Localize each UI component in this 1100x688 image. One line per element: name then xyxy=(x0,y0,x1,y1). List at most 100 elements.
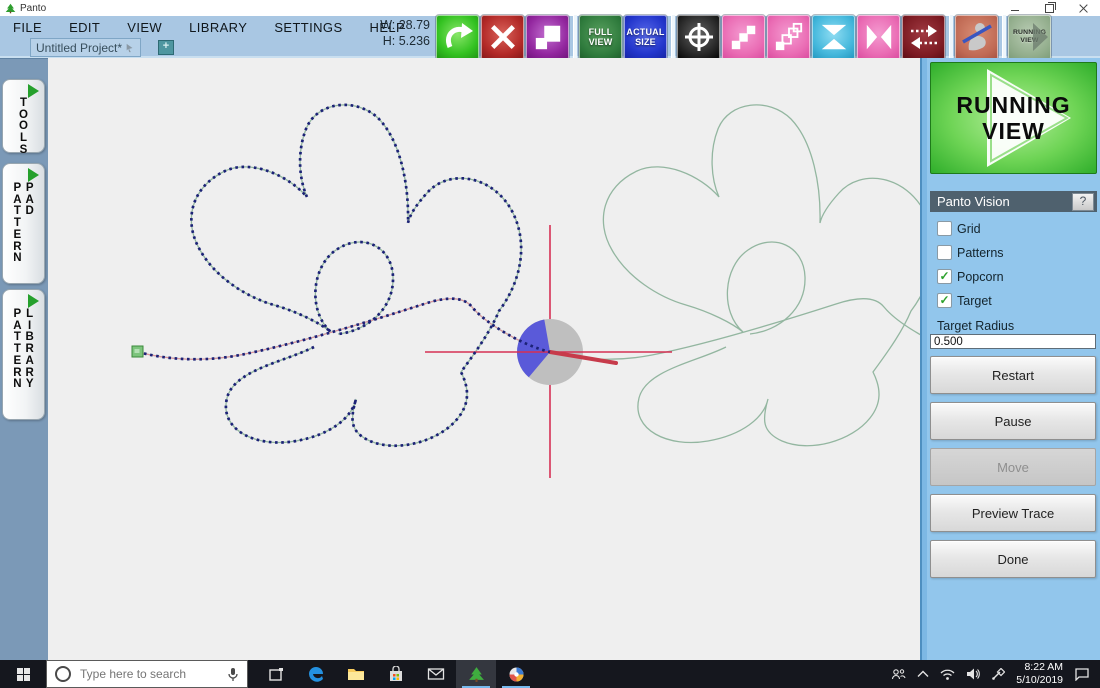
toolbar-separator xyxy=(671,15,675,60)
sidebar-tab-pattern-pad[interactable]: P A T T E R N P A D xyxy=(2,163,45,284)
toolbar-separator xyxy=(949,15,953,60)
people-icon[interactable] xyxy=(891,668,906,681)
project-tab[interactable]: Untitled Project* xyxy=(30,38,141,57)
store-button[interactable] xyxy=(376,660,416,688)
help-button[interactable]: ? xyxy=(1072,193,1094,211)
patterns-checkbox-label: Patterns xyxy=(957,246,1004,260)
paint-palette-icon xyxy=(508,666,525,683)
add-project-tab-button[interactable]: + xyxy=(158,40,174,55)
menu-settings[interactable]: SETTINGS xyxy=(274,20,342,35)
patterns-checkbox[interactable] xyxy=(937,245,952,260)
panto-person-button[interactable] xyxy=(955,15,998,60)
full-view-button[interactable]: FULL VIEW xyxy=(579,15,622,60)
flip-horizontal-button[interactable] xyxy=(857,15,900,60)
wifi-icon[interactable] xyxy=(940,669,955,680)
panto-app-button[interactable] xyxy=(456,660,496,688)
close-button[interactable] xyxy=(1066,0,1100,16)
actual-size-label: ACTUAL SIZE xyxy=(626,27,664,48)
target-checkbox[interactable]: ✓ xyxy=(937,293,952,308)
project-tab-label: Untitled Project* xyxy=(36,41,122,55)
width-readout: W: 28.79 xyxy=(358,17,430,33)
stairs-filled-button[interactable] xyxy=(722,15,765,60)
running-view-toolbar-button[interactable]: RUNNING VIEW xyxy=(1008,15,1051,60)
task-view-button[interactable] xyxy=(256,660,296,688)
left-sidebar: T O O L S P A T T E R N P A D P A T T E … xyxy=(0,58,48,661)
cortana-icon xyxy=(55,666,71,682)
search-input[interactable] xyxy=(78,666,220,682)
crosshair-target-icon xyxy=(683,21,715,53)
pattern-path-repeat-2 xyxy=(550,105,920,446)
speaker-icon[interactable] xyxy=(966,668,980,680)
popcorn-checkbox-label: Popcorn xyxy=(957,270,1004,284)
target-radius-input[interactable] xyxy=(930,334,1096,349)
checkbox-row-target[interactable]: ✓ Target xyxy=(937,293,1097,308)
menu-edit[interactable]: EDIT xyxy=(69,20,100,35)
actual-size-button[interactable]: ACTUAL SIZE xyxy=(624,15,667,60)
done-button[interactable]: Done xyxy=(930,540,1096,578)
app-icon xyxy=(5,3,16,14)
menu-file[interactable]: FILE xyxy=(13,20,42,35)
menu-view[interactable]: VIEW xyxy=(127,20,162,35)
chevron-up-icon[interactable] xyxy=(917,670,929,678)
cancel-button[interactable] xyxy=(481,15,524,60)
undo-button[interactable] xyxy=(436,15,479,60)
menu-library[interactable]: LIBRARY xyxy=(189,20,247,35)
system-tray: 8:22 AM 5/10/2019 xyxy=(891,660,1100,688)
pause-button[interactable]: Pause xyxy=(930,402,1096,440)
checkbox-row-grid[interactable]: Grid xyxy=(937,221,1097,236)
target-checkbox-label: Target xyxy=(957,294,992,308)
pattern-label: P A T T E R N xyxy=(13,183,21,265)
start-button[interactable] xyxy=(0,660,46,688)
grid-checkbox[interactable] xyxy=(937,221,952,236)
stairs-outline-button[interactable] xyxy=(767,15,810,60)
preview-trace-button[interactable]: Preview Trace xyxy=(930,494,1096,532)
sidebar-tab-tools[interactable]: T O O L S xyxy=(2,79,45,153)
panel-divider[interactable] xyxy=(920,58,927,660)
stitched-dots-path xyxy=(138,105,550,446)
sidebar-tab-pattern-library[interactable]: P A T T E R N L I B R A R Y xyxy=(2,289,45,420)
flip-vertical-button[interactable] xyxy=(812,15,855,60)
running-view-button[interactable]: RUNNING VIEW xyxy=(930,62,1097,174)
usb-connector-icon[interactable] xyxy=(991,668,1005,681)
mail-icon xyxy=(427,667,445,681)
taskbar-clock[interactable]: 8:22 AM 5/10/2019 xyxy=(1016,661,1063,687)
window-title: Panto xyxy=(20,3,46,14)
checkbox-row-popcorn[interactable]: ✓ Popcorn xyxy=(937,269,1097,284)
target-button[interactable] xyxy=(677,15,720,60)
quilting-canvas[interactable] xyxy=(48,58,920,660)
machine-trace-line xyxy=(138,299,550,360)
toolbar: FULL VIEW ACTUAL SIZE xyxy=(436,14,1053,60)
mail-button[interactable] xyxy=(416,660,456,688)
start-point-marker-highlight xyxy=(135,349,140,353)
panto-vision-title: Panto Vision xyxy=(937,194,1010,209)
green-triangle-icon xyxy=(28,168,39,182)
folder-icon xyxy=(347,667,365,682)
clock-time: 8:22 AM xyxy=(1016,661,1063,674)
menubar: FILE EDIT VIEW LIBRARY SETTINGS HELP xyxy=(13,20,405,35)
target-radius-label: Target Radius xyxy=(937,319,1097,333)
cursor-icon xyxy=(125,43,135,53)
edge-button[interactable] xyxy=(296,660,336,688)
toolbar-separator xyxy=(573,15,577,60)
pattern-path-repeat-1 xyxy=(138,105,550,446)
stairs-filled-icon xyxy=(729,22,759,52)
swap-direction-button[interactable] xyxy=(902,15,945,60)
grid-checkbox-label: Grid xyxy=(957,222,981,236)
move-button[interactable]: Move xyxy=(930,448,1096,486)
restart-button[interactable]: Restart xyxy=(930,356,1096,394)
vertical-triangles-icon xyxy=(819,22,849,52)
panto-tree-icon xyxy=(468,666,485,683)
play-arrow-icon xyxy=(1033,23,1048,51)
size-readout: W: 28.79 H: 5.236 xyxy=(358,17,430,50)
edge-icon xyxy=(307,665,325,683)
checkbox-row-patterns[interactable]: Patterns xyxy=(937,245,1097,260)
pattern-squares-button[interactable] xyxy=(526,15,569,60)
taskbar-app-icons xyxy=(256,660,536,688)
two-squares-icon xyxy=(533,22,563,52)
file-explorer-button[interactable] xyxy=(336,660,376,688)
taskbar-search[interactable] xyxy=(46,660,248,688)
running-view-line1: RUNNING xyxy=(956,92,1070,118)
designer-app-button[interactable] xyxy=(496,660,536,688)
action-center-icon[interactable] xyxy=(1074,667,1090,681)
popcorn-checkbox[interactable]: ✓ xyxy=(937,269,952,284)
